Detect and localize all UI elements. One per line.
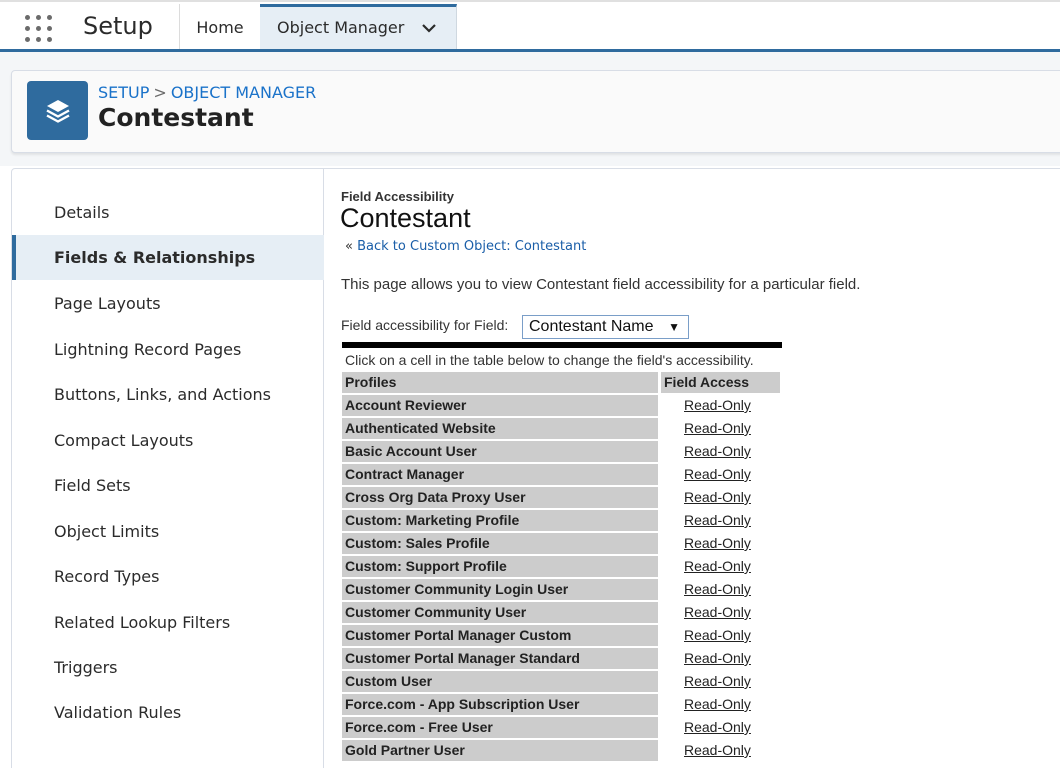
triangle-down-icon: ▼: [668, 320, 680, 334]
page-description: This page allows you to view Contestant …: [341, 276, 861, 293]
table-row: Custom: Marketing Profile Read-Only: [342, 510, 782, 531]
sidebar-item-triggers[interactable]: Triggers: [12, 645, 324, 690]
table-row: Customer Portal Manager Custom Read-Only: [342, 625, 782, 646]
table-row: Contract Manager Read-Only: [342, 464, 782, 485]
table-row: Customer Portal Manager Standard Read-Onl…: [342, 648, 782, 669]
field-access-link[interactable]: Read-Only: [684, 719, 751, 735]
field-access-link[interactable]: Read-Only: [684, 443, 751, 459]
sidebar-item-lightning-record-pages[interactable]: Lightning Record Pages: [12, 327, 324, 372]
field-access-link[interactable]: Read-Only: [684, 673, 751, 689]
sidebar-item-related-lookup-filters[interactable]: Related Lookup Filters: [12, 600, 324, 645]
profile-cell: Customer Portal Manager Standard: [342, 648, 658, 669]
table-hint: Click on a cell in the table below to ch…: [345, 352, 754, 368]
tab-home[interactable]: Home: [180, 4, 260, 51]
profile-cell: Force.com - Free User: [342, 717, 658, 738]
field-select[interactable]: Contestant Name ▼: [522, 315, 689, 339]
breadcrumb-separator: >: [153, 83, 167, 102]
sidebar-item-fields-relationships[interactable]: Fields & Relationships: [12, 235, 324, 280]
app-launcher-icon[interactable]: [24, 14, 56, 44]
sidebar: Details Fields & Relationships Page Layo…: [12, 169, 324, 768]
main-content: Field Accessibility Contestant « Back to…: [325, 169, 1060, 768]
field-access-link[interactable]: Read-Only: [684, 558, 751, 574]
field-access-link[interactable]: Read-Only: [684, 489, 751, 505]
layers-icon: [27, 81, 88, 140]
field-access-link[interactable]: Read-Only: [684, 466, 751, 482]
profile-cell: Customer Community User: [342, 602, 658, 623]
field-select-label: Field accessibility for Field:: [341, 317, 509, 333]
field-access-link[interactable]: Read-Only: [684, 604, 751, 620]
profile-cell: Contract Manager: [342, 464, 658, 485]
profile-cell: Gold Partner User: [342, 740, 658, 761]
table-row: Authenticated Website Read-Only: [342, 418, 782, 439]
header-profiles: Profiles: [342, 372, 658, 393]
tab-object-manager[interactable]: Object Manager: [260, 4, 457, 51]
profile-cell: Basic Account User: [342, 441, 658, 462]
field-access-link[interactable]: Read-Only: [684, 535, 751, 551]
table-row: Force.com - App Subscription User Read-On…: [342, 694, 782, 715]
breadcrumb-object-manager-link[interactable]: OBJECT MANAGER: [171, 83, 316, 102]
table-top-bar: [342, 342, 782, 348]
table-row: Account Reviewer Read-Only: [342, 395, 782, 416]
back-link-row: « Back to Custom Object: Contestant: [345, 239, 586, 254]
table-row: Custom: Sales Profile Read-Only: [342, 533, 782, 554]
profile-cell: Custom: Support Profile: [342, 556, 658, 577]
sidebar-item-validation-rules[interactable]: Validation Rules: [12, 690, 324, 735]
field-access-link[interactable]: Read-Only: [684, 397, 751, 413]
profile-cell: Cross Org Data Proxy User: [342, 487, 658, 508]
sidebar-item-record-types[interactable]: Record Types: [12, 554, 324, 599]
profile-cell: Custom: Sales Profile: [342, 533, 658, 554]
profile-cell: Custom: Marketing Profile: [342, 510, 658, 531]
table-row: Custom User Read-Only: [342, 671, 782, 692]
back-prefix: «: [345, 239, 353, 254]
header-field-access: Field Access: [661, 372, 780, 393]
section-label: Field Accessibility: [341, 189, 454, 204]
tab-object-manager-label: Object Manager: [277, 18, 405, 37]
breadcrumb: SETUP > OBJECT MANAGER: [98, 83, 316, 102]
field-access-link[interactable]: Read-Only: [684, 627, 751, 643]
table-row: Gold Partner User Read-Only: [342, 740, 782, 761]
table-row: Custom: Support Profile Read-Only: [342, 556, 782, 577]
top-nav-bar: Setup Home Object Manager: [0, 0, 1060, 52]
profile-cell: Customer Community Login User: [342, 579, 658, 600]
field-select-value: Contestant Name: [529, 318, 654, 335]
table-row: Customer Community Login User Read-Only: [342, 579, 782, 600]
field-access-link[interactable]: Read-Only: [684, 512, 751, 528]
table-row: Customer Community User Read-Only: [342, 602, 782, 623]
chevron-down-icon[interactable]: [422, 21, 436, 35]
sidebar-item-page-layouts[interactable]: Page Layouts: [12, 281, 324, 326]
sidebar-item-object-limits[interactable]: Object Limits: [12, 509, 324, 554]
profile-cell: Authenticated Website: [342, 418, 658, 439]
sidebar-item-details[interactable]: Details: [12, 190, 324, 235]
page-title: Contestant: [98, 103, 254, 132]
table-row: Force.com - Free User Read-Only: [342, 717, 782, 738]
section-title: Contestant: [340, 203, 471, 233]
table-row: Cross Org Data Proxy User Read-Only: [342, 487, 782, 508]
field-access-link[interactable]: Read-Only: [684, 581, 751, 597]
profile-cell: Account Reviewer: [342, 395, 658, 416]
table-header-row: Profiles Field Access: [342, 372, 782, 393]
profile-cell: Force.com - App Subscription User: [342, 694, 658, 715]
field-access-link[interactable]: Read-Only: [684, 742, 751, 758]
field-access-link[interactable]: Read-Only: [684, 420, 751, 436]
back-to-object-link[interactable]: Back to Custom Object: Contestant: [357, 239, 586, 254]
field-access-link[interactable]: Read-Only: [684, 696, 751, 712]
sidebar-item-buttons-links-actions[interactable]: Buttons, Links, and Actions: [12, 372, 324, 417]
table-row: Basic Account User Read-Only: [342, 441, 782, 462]
breadcrumb-setup-link[interactable]: SETUP: [98, 83, 149, 102]
profile-cell: Customer Portal Manager Custom: [342, 625, 658, 646]
app-name: Setup: [83, 12, 153, 40]
field-access-link[interactable]: Read-Only: [684, 650, 751, 666]
sidebar-item-compact-layouts[interactable]: Compact Layouts: [12, 418, 324, 463]
profile-cell: Custom User: [342, 671, 658, 692]
sidebar-item-field-sets[interactable]: Field Sets: [12, 463, 324, 508]
